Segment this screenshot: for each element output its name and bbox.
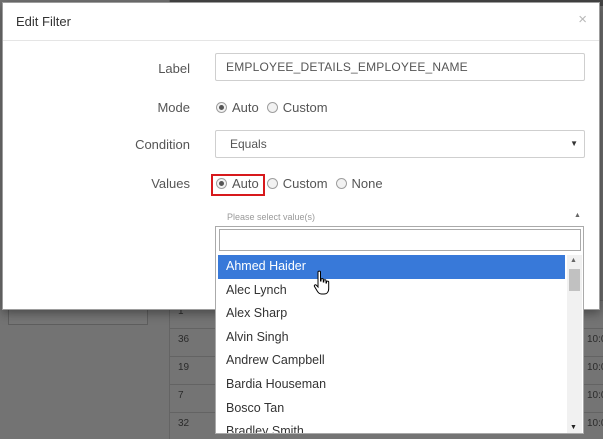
dropdown-option-bardia-houseman[interactable]: Bardia Houseman [218,373,565,397]
dropdown-option-bosco-tan[interactable]: Bosco Tan [218,397,565,421]
values-field-label: Values [151,176,190,191]
dropdown-scrollbar[interactable]: ▲ ▼ [567,255,582,433]
mode-auto-radio[interactable] [216,102,227,113]
mode-radio-group: Auto Custom [216,100,336,115]
mode-auto-option[interactable]: Auto [216,100,259,115]
mode-field-label: Mode [157,100,190,115]
scrollbar-thumb[interactable] [569,269,580,291]
dropdown-search-input[interactable] [219,229,581,251]
dialog-header: Edit Filter × [3,3,599,41]
values-dropdown: Ahmed Haider Alec Lynch Alex Sharp Alvin… [215,226,584,434]
dropdown-option-ahmed-haider[interactable]: Ahmed Haider [218,255,565,279]
label-input[interactable]: EMPLOYEE_DETAILS_EMPLOYEE_NAME [215,53,585,81]
values-none-option[interactable]: None [335,176,383,191]
values-multiselect-placeholder[interactable]: Please select value(s) [227,212,315,222]
mode-custom-option[interactable]: Custom [266,100,328,115]
dialog-title: Edit Filter [16,14,71,29]
label-field-label: Label [158,61,190,76]
values-custom-radio[interactable] [266,178,278,189]
dropdown-option-list: Ahmed Haider Alec Lynch Alex Sharp Alvin… [218,255,565,433]
chevron-down-icon: ▼ [570,139,578,148]
dropdown-option-alvin-singh[interactable]: Alvin Singh [218,326,565,350]
hand-cursor-icon [313,270,330,295]
close-icon[interactable]: × [578,11,587,28]
values-none-radio[interactable] [335,178,347,189]
highlight-annotation-box [211,174,265,196]
condition-select[interactable]: Equals ▼ [215,130,585,158]
dropdown-option-bradley-smith[interactable]: Bradley Smith [218,420,565,433]
values-custom-option[interactable]: Custom [266,176,328,191]
chevron-up-icon[interactable]: ▲ [574,212,581,219]
dropdown-option-alex-sharp[interactable]: Alex Sharp [218,302,565,326]
condition-field-label: Condition [135,137,190,152]
scroll-up-icon[interactable]: ▲ [570,257,577,264]
dropdown-option-alec-lynch[interactable]: Alec Lynch [218,279,565,303]
dropdown-option-andrew-campbell[interactable]: Andrew Campbell [218,349,565,373]
scroll-down-icon[interactable]: ▼ [570,424,577,431]
mode-custom-radio[interactable] [266,102,278,113]
